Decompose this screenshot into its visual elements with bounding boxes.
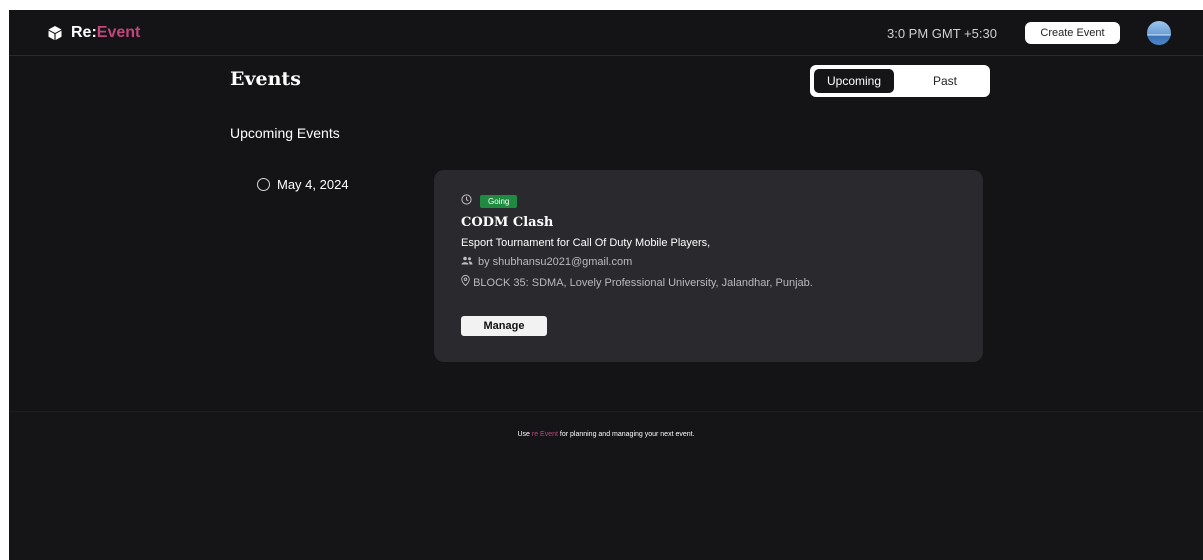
top-navbar: Re:Event 3:0 PM GMT +5:30 Create Event (9, 10, 1203, 56)
create-event-button[interactable]: Create Event (1025, 22, 1120, 44)
user-avatar[interactable] (1147, 21, 1171, 45)
brand-suffix: Event (96, 24, 141, 41)
page-title: Events (230, 68, 301, 90)
event-host: by shubhansu2021@gmail.com (461, 256, 632, 268)
users-icon (461, 256, 473, 268)
event-description: Esport Tournament for Call Of Duty Mobil… (461, 237, 711, 249)
section-title: Upcoming Events (230, 125, 340, 141)
logo-cube-icon (47, 25, 63, 41)
event-location: BLOCK 35: SDMA, Lovely Professional Univ… (461, 274, 821, 291)
event-location-text: BLOCK 35: SDMA, Lovely Professional Univ… (473, 277, 813, 289)
event-host-text: by shubhansu2021@gmail.com (478, 256, 633, 268)
brand-name: Re:Event (71, 24, 140, 42)
status-badge: Going (480, 194, 518, 208)
current-time: 3:0 PM GMT +5:30 (887, 26, 997, 41)
event-title[interactable]: CODM Clash (461, 215, 553, 230)
manage-button[interactable]: Manage (461, 316, 547, 336)
brand-prefix: Re: (71, 24, 97, 41)
timeline-date: May 4, 2024 (257, 177, 349, 192)
footer-text: Use re Event for planning and managing y… (9, 431, 1203, 438)
footer-suffix: for planning and managing your next even… (559, 431, 695, 438)
app-window: Re:Event 3:0 PM GMT +5:30 Create Event E… (9, 10, 1203, 560)
footer-brand-link[interactable]: re Event (532, 431, 558, 438)
clock-icon (461, 192, 472, 210)
date-label: May 4, 2024 (277, 177, 349, 192)
location-pin-icon (461, 274, 473, 289)
event-filter-toggle: Upcoming Past (810, 65, 990, 97)
footer-prefix: Use (517, 431, 530, 438)
timeline-dot-icon (257, 178, 270, 191)
tab-upcoming[interactable]: Upcoming (814, 69, 894, 93)
footer: Use re Event for planning and managing y… (9, 411, 1203, 560)
tab-past[interactable]: Past (904, 69, 986, 93)
brand-logo[interactable]: Re:Event (47, 24, 140, 42)
event-meta: Going (461, 192, 518, 210)
event-card[interactable]: Going CODM Clash Esport Tournament for C… (434, 170, 983, 362)
